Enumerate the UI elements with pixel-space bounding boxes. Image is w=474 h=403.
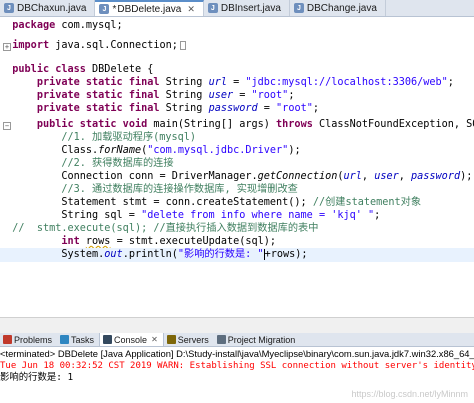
java-file-icon: J xyxy=(99,4,110,14)
code-line-class[interactable]: public class DBDelete { xyxy=(0,63,474,77)
tab-console[interactable]: Console ✕ xyxy=(99,333,164,346)
tab-tasks[interactable]: Tasks xyxy=(57,333,99,346)
tab-label: DBChange.java xyxy=(306,2,377,14)
servers-icon xyxy=(166,335,176,344)
tab-label: DBInsert.java xyxy=(220,2,281,14)
console-output-line: 影响的行数是: 1 xyxy=(0,372,74,383)
tasks-icon xyxy=(60,335,70,344)
tab-dbchange[interactable]: J DBChange.java xyxy=(290,0,386,16)
problems-icon xyxy=(3,335,12,344)
code-line-import[interactable]: import java.sql.Connection; xyxy=(0,39,474,53)
close-icon[interactable]: ✕ xyxy=(187,4,195,15)
tab-problems[interactable]: Problems xyxy=(0,333,57,346)
editor-tab-bar: J DBChaxun.java J * DBDelete.java ✕ J DB… xyxy=(0,0,474,17)
tab-servers[interactable]: Servers xyxy=(164,333,214,346)
view-tab-bar: Problems Tasks Console ✕ Servers Project… xyxy=(0,333,474,347)
dirty-indicator: * xyxy=(112,3,117,15)
watermark: https://blog.csdn.net/lyMinnm xyxy=(351,389,468,399)
java-file-icon: J xyxy=(207,3,218,13)
java-file-icon: J xyxy=(293,3,304,13)
code-line-rows[interactable]: int rows = stmt.executeUpdate(sql); xyxy=(0,235,474,249)
tab-dbinsert[interactable]: J DBInsert.java xyxy=(204,0,290,16)
code-line-commented-execute[interactable]: // stmt.execute(sql); //直接执行插入数据到数据库的表中 xyxy=(0,222,474,236)
code-line-package[interactable]: package com.mysql; xyxy=(0,19,474,33)
console-warning-line: Tue Jun 18 00:32:52 CST 2019 WARN: Estab… xyxy=(0,361,474,371)
code-line-password[interactable]: private static final String password = "… xyxy=(0,102,474,116)
tab-project-migration[interactable]: Project Migration xyxy=(214,333,301,346)
code-line-sql[interactable]: String sql = "delete from info where nam… xyxy=(0,209,474,223)
code-line-forname[interactable]: Class.forName("com.mysql.jdbc.Driver"); xyxy=(0,144,474,158)
migration-icon xyxy=(216,335,226,344)
code-line-comment-3[interactable]: //3. 通过数据库的连接操作数据库, 实现增删改查 xyxy=(0,183,474,197)
console-output[interactable]: <terminated> DBDelete [Java Application]… xyxy=(0,347,474,403)
close-icon[interactable]: ✕ xyxy=(151,335,158,344)
console-header: <terminated> DBDelete [Java Application]… xyxy=(0,348,474,359)
java-file-icon: J xyxy=(4,3,14,13)
tab-label: DBDelete.java xyxy=(117,3,182,15)
code-editor[interactable]: package com.mysql; + import java.sql.Con… xyxy=(0,17,474,317)
code-line-connection[interactable]: Connection conn = DriverManager.getConne… xyxy=(0,170,474,184)
editor-horizontal-scrollbar[interactable] xyxy=(0,317,474,333)
code-line-comment-1[interactable]: //1. 加载驱动程序(mysql) xyxy=(0,131,474,145)
tab-dbchaxun[interactable]: J DBChaxun.java xyxy=(0,0,96,16)
collapsed-imports-icon[interactable] xyxy=(179,40,186,50)
tab-label: DBChaxun.java xyxy=(17,2,87,14)
console-icon xyxy=(103,335,113,344)
code-line-statement[interactable]: Statement stmt = conn.createStatement();… xyxy=(0,196,474,210)
code-line-println[interactable]: System.out.println("影响的行数是: "+rows); xyxy=(0,248,474,262)
code-line-url[interactable]: private static final String url = "jdbc:… xyxy=(0,76,474,90)
tab-dbdelete[interactable]: J * DBDelete.java ✕ xyxy=(95,0,204,16)
code-line-user[interactable]: private static final String user = "root… xyxy=(0,89,474,103)
code-line-comment-2[interactable]: //2. 获得数据库的连接 xyxy=(0,157,474,171)
code-line-main[interactable]: public static void main(String[] args) t… xyxy=(0,118,474,132)
